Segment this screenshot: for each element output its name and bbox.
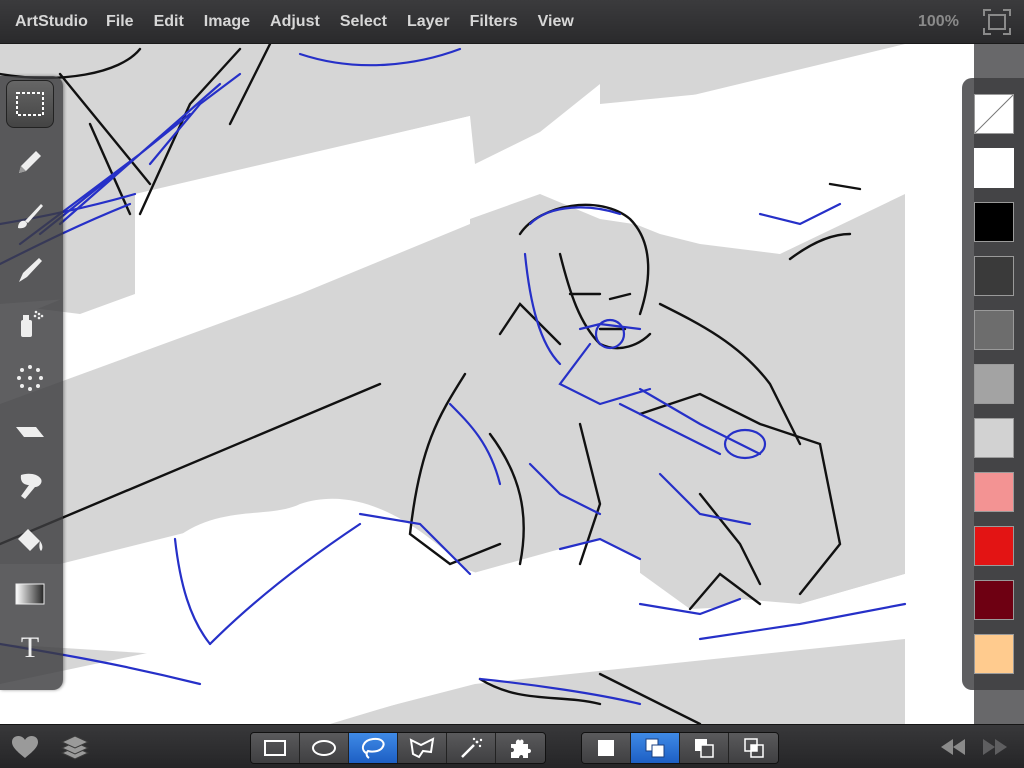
- fast-forward-icon[interactable]: [980, 733, 1010, 761]
- menu-view[interactable]: View: [538, 13, 574, 31]
- eraser-tool[interactable]: [6, 408, 54, 456]
- swatch-black[interactable]: [974, 202, 1014, 242]
- swatch-light-gray[interactable]: [974, 418, 1014, 458]
- polygon-select-icon[interactable]: [398, 733, 447, 763]
- swatch-dark-gray[interactable]: [974, 256, 1014, 296]
- spray-can-icon: [21, 310, 44, 337]
- menu-filters[interactable]: Filters: [470, 13, 518, 31]
- gradient-tool[interactable]: [6, 570, 54, 618]
- rectangle-select-icon[interactable]: [251, 733, 300, 763]
- text-tool[interactable]: T: [6, 624, 54, 672]
- heart-icon[interactable]: [10, 733, 40, 761]
- tool-palette: T: [0, 76, 63, 690]
- menu-bar: ArtStudio File Edit Image Adjust Select …: [0, 0, 1024, 44]
- text-icon: T: [20, 631, 40, 664]
- selection-tool-group: [250, 732, 546, 764]
- rectangle-select-tool[interactable]: [6, 80, 54, 128]
- scatter-tool[interactable]: [6, 354, 54, 402]
- swatch-transparent[interactable]: [974, 94, 1014, 134]
- menu-items: File Edit Image Adjust Select Layer Filt…: [106, 13, 594, 31]
- brush-tool[interactable]: [6, 192, 54, 240]
- eraser-icon: [16, 427, 44, 437]
- new-selection-icon[interactable]: [582, 733, 631, 763]
- rewind-icon[interactable]: [938, 733, 968, 761]
- finger-icon: [20, 473, 42, 499]
- menu-select[interactable]: Select: [340, 13, 387, 31]
- swatch-medium-gray[interactable]: [974, 364, 1014, 404]
- swatch-dark-red[interactable]: [974, 580, 1014, 620]
- menu-file[interactable]: File: [106, 13, 134, 31]
- fill-tool[interactable]: [6, 516, 54, 564]
- smudge-tool[interactable]: [6, 246, 54, 294]
- add-selection-icon[interactable]: [631, 733, 680, 763]
- smudge-icon: [19, 258, 42, 282]
- pencil-tool[interactable]: [6, 138, 54, 186]
- lasso-select-icon[interactable]: [349, 733, 398, 763]
- fullscreen-icon[interactable]: [983, 9, 1011, 35]
- paint-bucket-icon: [18, 529, 43, 551]
- dashed-rectangle-icon: [16, 92, 44, 116]
- menu-image[interactable]: Image: [204, 13, 250, 31]
- brush-icon: [18, 204, 43, 229]
- puzzle-icon[interactable]: [496, 733, 545, 763]
- ellipse-select-icon[interactable]: [300, 733, 349, 763]
- finger-tool[interactable]: [6, 462, 54, 510]
- menu-edit[interactable]: Edit: [154, 13, 184, 31]
- swatch-red[interactable]: [974, 526, 1014, 566]
- subtract-selection-icon[interactable]: [680, 733, 729, 763]
- selection-mode-group: [581, 732, 779, 764]
- zoom-level: 100%: [918, 13, 959, 30]
- spray-tool[interactable]: [6, 300, 54, 348]
- scatter-dots-icon: [17, 365, 43, 391]
- pencil-icon: [19, 151, 41, 173]
- layers-icon[interactable]: [60, 733, 90, 761]
- swatch-white[interactable]: [974, 148, 1014, 188]
- sketch-artwork: [0, 44, 907, 724]
- app-name[interactable]: ArtStudio: [15, 13, 88, 31]
- swatch-pink[interactable]: [974, 472, 1014, 512]
- color-palette: [962, 78, 1024, 690]
- drawing-canvas[interactable]: [0, 44, 974, 724]
- bottom-toolbar: [0, 724, 1024, 768]
- magic-wand-icon[interactable]: [447, 733, 496, 763]
- gradient-icon: [15, 583, 45, 605]
- intersect-selection-icon[interactable]: [729, 733, 778, 763]
- swatch-peach[interactable]: [974, 634, 1014, 674]
- menu-adjust[interactable]: Adjust: [270, 13, 320, 31]
- menu-layer[interactable]: Layer: [407, 13, 450, 31]
- swatch-gray[interactable]: [974, 310, 1014, 350]
